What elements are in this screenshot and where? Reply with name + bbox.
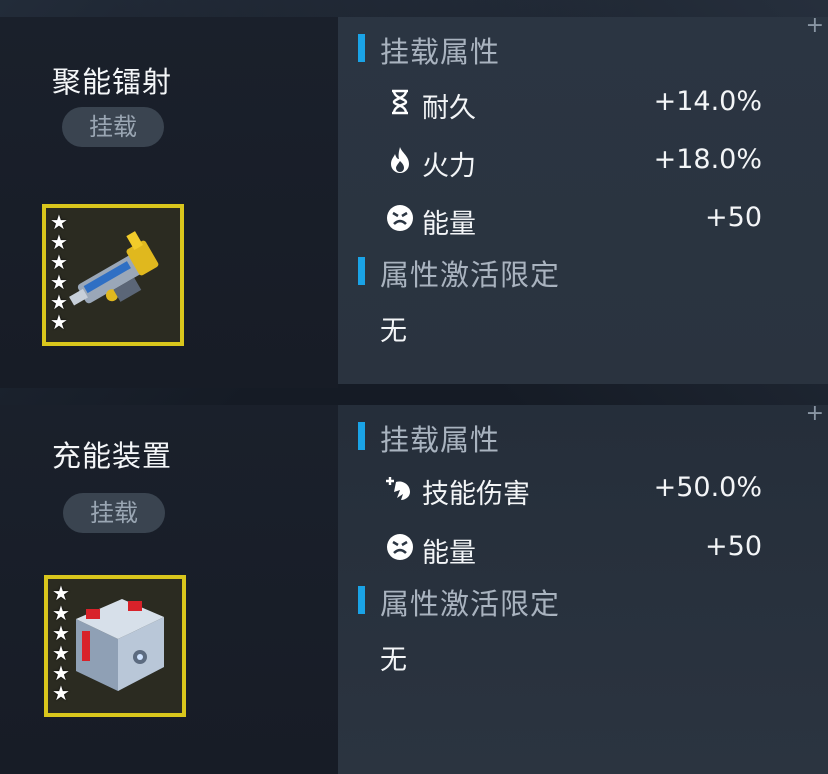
- equipment-card-laser: 聚能镭射 挂载 ★ ★ ★ ★ ★ ★ + 挂载属性 耐久 +14.0% 火力 …: [0, 0, 828, 388]
- fire-icon: [386, 146, 414, 174]
- equipment-list: 聚能镭射 挂载 ★ ★ ★ ★ ★ ★ + 挂载属性 耐久 +14.0% 火力 …: [0, 0, 828, 774]
- star-rating: ★ ★ ★ ★ ★ ★: [52, 583, 70, 703]
- equipment-icon-laser[interactable]: ★ ★ ★ ★ ★ ★: [42, 204, 184, 346]
- attribute-value: +50.0%: [653, 472, 762, 503]
- plus-icon: +: [805, 401, 824, 426]
- star-icon: ★: [50, 230, 68, 254]
- mount-badge[interactable]: 挂载: [62, 107, 164, 147]
- activation-limit-heading: 属性激活限定: [358, 252, 560, 294]
- mount-attributes-heading: 挂载属性: [358, 29, 500, 71]
- attribute-label: 火力: [422, 151, 476, 182]
- star-icon: ★: [50, 250, 68, 274]
- mount-badge[interactable]: 挂载: [63, 493, 165, 533]
- attribute-row: 火力 +18.0%: [386, 144, 762, 182]
- star-icon: ★: [52, 681, 70, 705]
- attribute-row: 技能伤害 +50.0%: [386, 472, 762, 510]
- attribute-row: 能量 +50: [386, 202, 762, 240]
- energy-face-icon: [386, 204, 414, 232]
- equipment-attributes-panel: + 挂载属性 技能伤害 +50.0% 能量 +50 属性激活限定 无: [338, 401, 828, 774]
- plus-icon: +: [805, 13, 824, 38]
- attribute-row: 耐久 +14.0%: [386, 86, 762, 124]
- activation-limit-heading: 属性激活限定: [358, 581, 560, 623]
- star-icon: ★: [52, 601, 70, 625]
- star-icon: ★: [52, 621, 70, 645]
- attribute-row: 能量 +50: [386, 531, 762, 569]
- attribute-value: +18.0%: [653, 144, 762, 175]
- skill-damage-icon: [386, 474, 414, 502]
- activation-limit-value: 无: [380, 645, 407, 676]
- attribute-label: 能量: [422, 209, 476, 240]
- attribute-label: 耐久: [422, 93, 476, 124]
- attribute-label: 技能伤害: [422, 479, 530, 510]
- equipment-icon-charger[interactable]: ★ ★ ★ ★ ★ ★: [44, 575, 186, 717]
- energy-face-icon: [386, 533, 414, 561]
- equipment-name: 充能装置: [52, 439, 173, 473]
- star-icon: ★: [50, 210, 68, 234]
- equipment-summary: 聚能镭射 挂载 ★ ★ ★ ★ ★ ★: [0, 17, 338, 388]
- mount-attributes-heading: 挂载属性: [358, 417, 500, 459]
- equipment-name: 聚能镭射: [52, 65, 173, 99]
- attribute-value: +50: [705, 531, 762, 562]
- attribute-value: +14.0%: [653, 86, 762, 117]
- star-icon: ★: [52, 661, 70, 685]
- star-icon: ★: [50, 290, 68, 314]
- hourglass-icon: [386, 88, 414, 116]
- activation-limit-value: 无: [380, 316, 407, 347]
- star-icon: ★: [50, 310, 68, 334]
- equipment-card-charger: 充能装置 挂载 ★ ★ ★ ★ ★ ★ + 挂载属性 技能伤害 +50.0% 能…: [0, 401, 828, 774]
- attribute-label: 能量: [422, 538, 476, 569]
- star-icon: ★: [52, 641, 70, 665]
- star-icon: ★: [52, 581, 70, 605]
- attribute-value: +50: [705, 202, 762, 233]
- equipment-summary: 充能装置 挂载 ★ ★ ★ ★ ★ ★: [0, 405, 338, 774]
- equipment-attributes-panel: + 挂载属性 耐久 +14.0% 火力 +18.0% 能量 +50 属性激活限定…: [338, 13, 828, 384]
- star-icon: ★: [50, 270, 68, 294]
- star-rating: ★ ★ ★ ★ ★ ★: [50, 212, 68, 332]
